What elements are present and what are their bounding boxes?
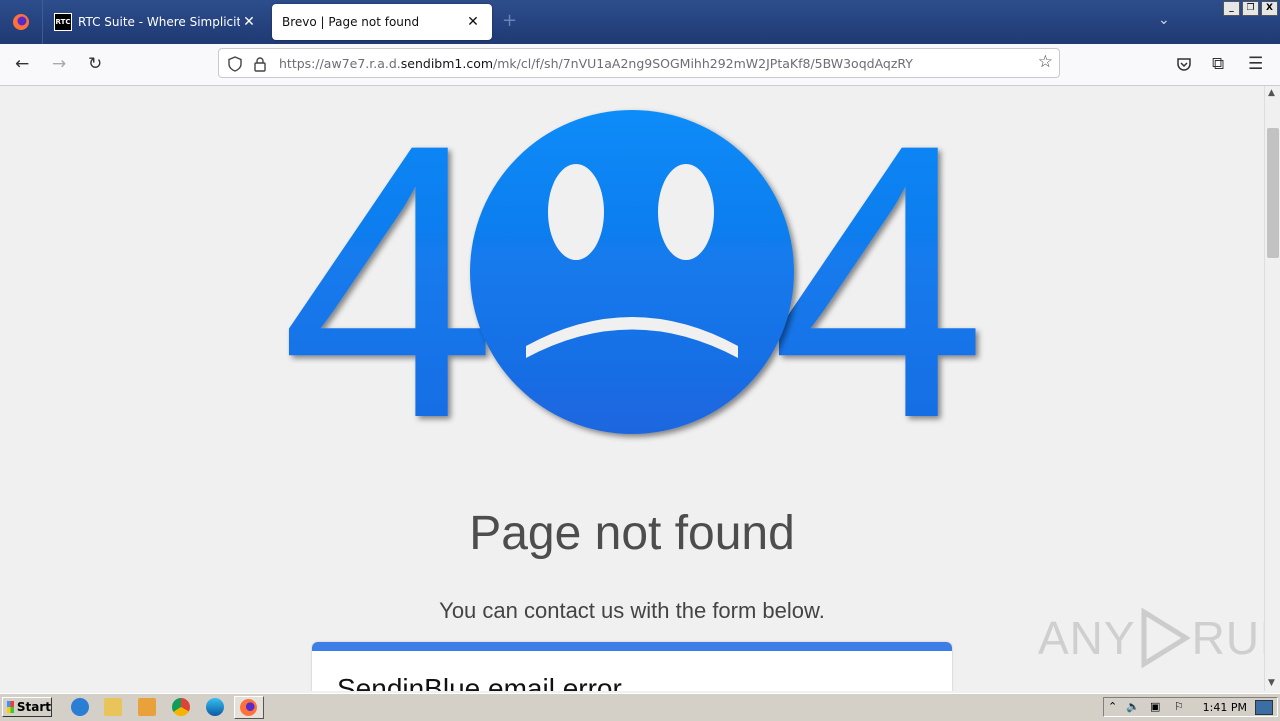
tab-label: RTC Suite - Where Simplicity Builds <box>78 15 240 29</box>
sad-face-icon <box>470 110 794 434</box>
firefox-icon <box>13 14 29 30</box>
internet-explorer-icon[interactable] <box>71 698 89 716</box>
pocket-icon[interactable] <box>1176 57 1192 72</box>
new-tab-button[interactable]: + <box>502 10 517 31</box>
digit-four-right: 4 <box>770 96 987 446</box>
tab-rtc-suite[interactable]: RTC RTC Suite - Where Simplicity Builds … <box>44 4 268 40</box>
scroll-down-arrow-icon[interactable]: ▼ <box>1268 678 1275 688</box>
rtc-favicon-icon: RTC <box>54 13 72 31</box>
show-hidden-icons-icon[interactable]: ⌃ <box>1108 700 1117 713</box>
anyrun-watermark-logo: ANY RUN <box>1038 608 1264 668</box>
url-bar[interactable]: https://aw7e7.r.a.d.sendibm1.com/mk/cl/f… <box>218 48 1060 78</box>
404-sad-face-illustration: 4 4 <box>280 96 987 446</box>
play-triangle-icon <box>1141 608 1191 668</box>
bookmark-star-icon[interactable]: ☆ <box>1038 52 1053 72</box>
back-arrow-icon[interactable]: ← <box>15 54 29 74</box>
window-controls: _ ❐ X <box>1223 1 1278 16</box>
action-center-flag-icon[interactable]: ⚐ <box>1174 700 1184 713</box>
navigation-bar: ← → ↻ https://aw7e7.r.a.d.sendibm1.com/m… <box>0 44 1280 86</box>
forward-arrow-icon[interactable]: → <box>52 54 66 74</box>
firefox-icon <box>240 699 257 716</box>
windows-taskbar: Start ⌃ 🔈 ▣ ⚐ 1:41 PM <box>0 693 1280 721</box>
extensions-puzzle-icon[interactable]: ⧉ <box>1212 54 1224 74</box>
file-explorer-icon[interactable] <box>104 698 122 716</box>
windows-logo-icon <box>7 701 14 713</box>
show-desktop-icon[interactable] <box>1255 700 1273 715</box>
list-all-tabs-chevron-icon[interactable]: ⌄ <box>1158 12 1170 28</box>
reload-icon[interactable]: ↻ <box>88 54 102 74</box>
digit-four-left: 4 <box>280 96 497 446</box>
taskbar-firefox-button[interactable] <box>234 696 264 719</box>
watermark-text-left: ANY <box>1038 612 1136 664</box>
network-icon[interactable]: ▣ <box>1150 700 1160 713</box>
restore-button[interactable]: ❐ <box>1242 1 1259 16</box>
minimize-button[interactable]: _ <box>1223 1 1240 16</box>
volume-icon[interactable]: 🔈 <box>1126 700 1140 713</box>
clock[interactable]: 1:41 PM <box>1203 701 1247 714</box>
close-window-button[interactable]: X <box>1261 1 1278 16</box>
edge-icon[interactable] <box>206 698 224 716</box>
lock-icon[interactable] <box>253 56 267 72</box>
tab-brevo-page-not-found[interactable]: Brevo | Page not found ✕ <box>272 4 492 40</box>
hamburger-menu-icon[interactable]: ☰ <box>1248 54 1263 74</box>
url-text[interactable]: https://aw7e7.r.a.d.sendibm1.com/mk/cl/f… <box>279 56 913 71</box>
scroll-up-arrow-icon[interactable]: ▲ <box>1268 88 1275 98</box>
media-player-icon[interactable] <box>138 698 156 716</box>
watermark-text-right: RUN <box>1191 612 1264 664</box>
chrome-icon[interactable] <box>172 698 190 716</box>
scroll-thumb[interactable] <box>1267 128 1279 258</box>
close-tab-icon[interactable]: ✕ <box>240 14 258 30</box>
card-title: SendinBlue email error <box>337 673 622 691</box>
firefox-menu-button[interactable] <box>0 0 43 44</box>
tab-strip: RTC RTC Suite - Where Simplicity Builds … <box>0 0 1280 44</box>
page-content: 4 4 Page not found You can contact us wi… <box>0 86 1264 691</box>
system-tray: ⌃ 🔈 ▣ ⚐ 1:41 PM <box>1103 697 1278 717</box>
tab-label: Brevo | Page not found <box>282 15 420 29</box>
close-tab-icon[interactable]: ✕ <box>464 14 482 30</box>
vertical-scrollbar[interactable]: ▲ ▼ <box>1264 86 1280 691</box>
page-title: Page not found <box>469 507 795 560</box>
start-button[interactable]: Start <box>2 697 52 717</box>
contact-form-card: SendinBlue email error <box>312 642 952 691</box>
shield-icon[interactable] <box>227 56 243 72</box>
